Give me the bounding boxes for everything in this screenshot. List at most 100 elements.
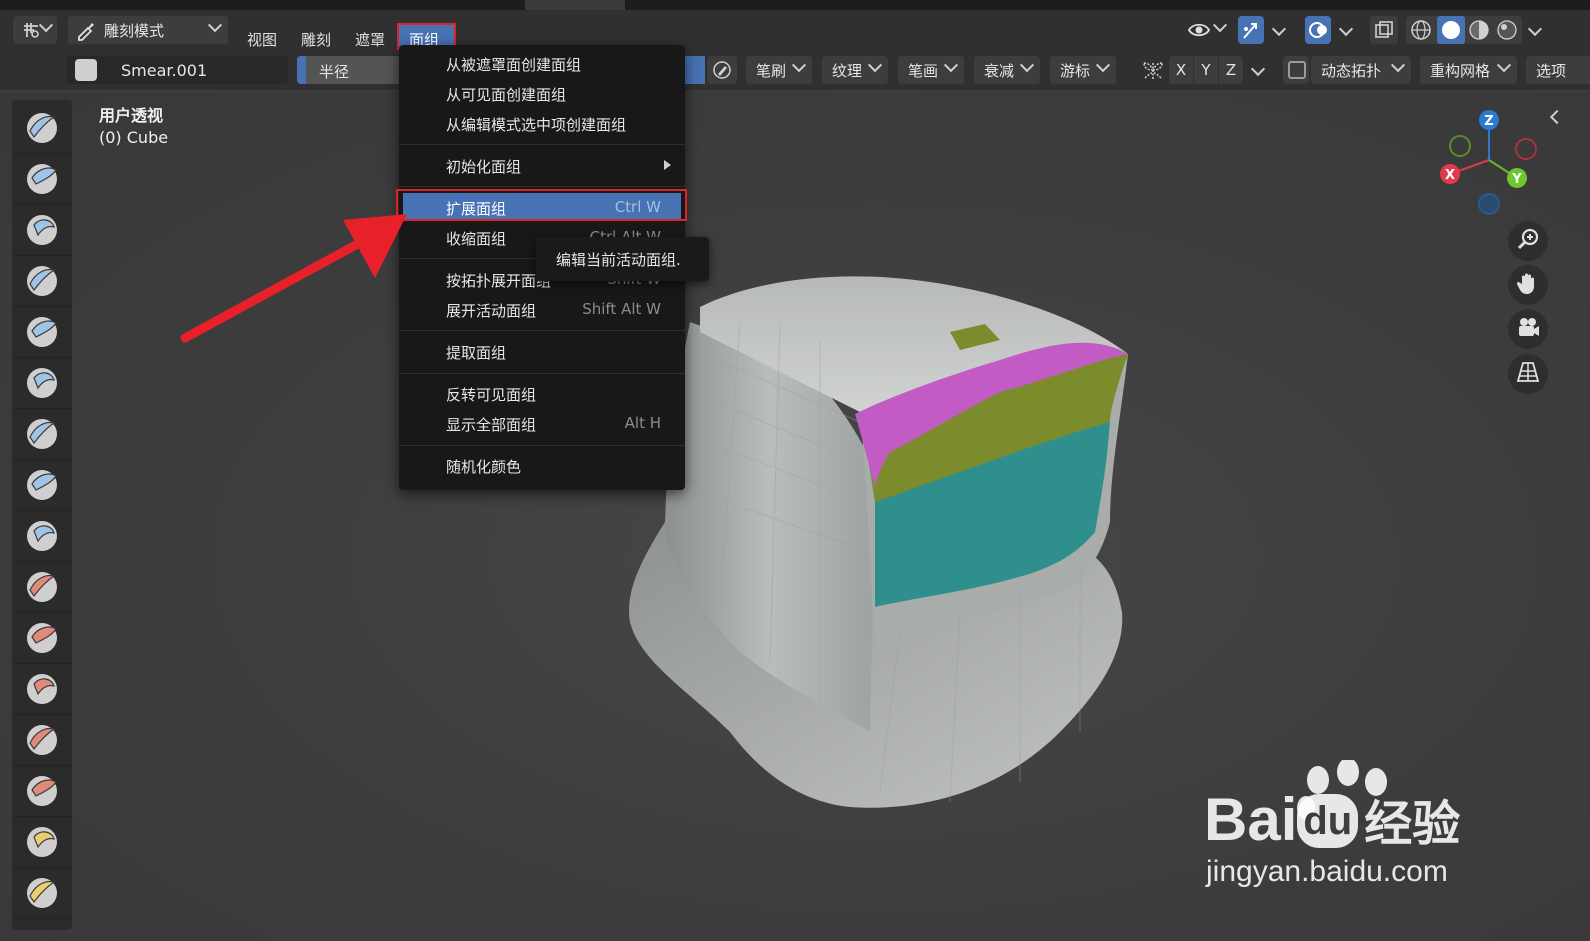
sculpt-tool-button[interactable]: [12, 867, 72, 919]
shading-mode-group: [1406, 16, 1522, 44]
axis-y-label: Y: [1201, 61, 1211, 79]
fill-brush-icon: [27, 623, 57, 653]
visibility-toggle[interactable]: [1183, 16, 1229, 44]
draw-sharp-brush-icon: [27, 164, 57, 194]
sculpt-tool-button[interactable]: [12, 816, 72, 868]
menu-item-expand-active[interactable]: 展开活动面组 Shift Alt W: [403, 295, 681, 323]
editor-type-button[interactable]: [13, 16, 57, 44]
menu-item-randomize-colors[interactable]: 随机化颜色: [403, 451, 681, 479]
material-shading-icon[interactable]: [1468, 19, 1490, 45]
menu-item-from-masked[interactable]: 从被遮罩面创建面组: [403, 49, 681, 77]
sculpt-tool-button[interactable]: [12, 459, 72, 511]
thumb-brush-icon: [27, 878, 57, 908]
pinch-brush-icon: [27, 725, 57, 755]
brush-selector[interactable]: Smear.001: [66, 56, 288, 84]
radius-slider[interactable]: 半径: [297, 56, 402, 84]
gizmo-y-label: Y: [1511, 172, 1522, 187]
strength-slider-end[interactable]: [685, 56, 705, 84]
gizmo-x-label: X: [1445, 168, 1455, 183]
menu-item-shortcut: Shift Alt W: [582, 300, 661, 318]
blob-brush-icon: [27, 419, 57, 449]
editor-type-icon: [21, 20, 41, 44]
view-name: 用户透视: [99, 106, 164, 125]
sculpt-tool-button[interactable]: [12, 204, 72, 256]
menu-item-from-edit-selection[interactable]: 从编辑模式选中项创建面组: [403, 109, 681, 137]
zoom-button[interactable]: [1508, 221, 1548, 261]
brush-dropdown[interactable]: 笔刷: [746, 56, 812, 84]
sculpt-tool-button[interactable]: [12, 357, 72, 409]
sculpt-brush-icon: [75, 19, 97, 45]
sculpt-tool-button[interactable]: [12, 102, 72, 154]
symmetry-x-toggle[interactable]: X: [1169, 56, 1193, 84]
xray-toggle[interactable]: [1370, 16, 1398, 44]
radius-slider-fill: [297, 56, 306, 84]
chevron-down-icon[interactable]: [1271, 21, 1287, 37]
gizmo-icon: [1241, 19, 1261, 45]
symmetry-y-toggle[interactable]: Y: [1194, 56, 1218, 84]
sculpt-tool-button[interactable]: [12, 714, 72, 766]
menu-item-from-visible[interactable]: 从可见面创建面组: [403, 79, 681, 107]
checkbox-icon: [1288, 61, 1306, 79]
texture-dropdown[interactable]: 纹理: [822, 56, 888, 84]
sculpt-tool-button[interactable]: [12, 510, 72, 562]
axis-x-label: X: [1175, 61, 1187, 79]
active-workspace-tab[interactable]: [525, 0, 625, 10]
sculpt-tool-button[interactable]: [12, 612, 72, 664]
object-name: (0) Cube: [99, 128, 169, 147]
viewport-header: 雕刻模式 视图 雕刻 遮罩 面组: [0, 10, 1590, 55]
sculpt-tool-button[interactable]: [12, 153, 72, 205]
cursor-dropdown[interactable]: 游标: [1050, 56, 1116, 84]
sculpt-tool-button[interactable]: [12, 306, 72, 358]
camera-icon: [1515, 314, 1541, 344]
texture-dropdown-label: 纹理: [832, 61, 863, 80]
menu-separator: [399, 445, 685, 446]
wireframe-shading-icon[interactable]: [1410, 19, 1432, 45]
menu-item-label: 反转可见面组: [446, 386, 537, 404]
symmetry-z-toggle[interactable]: Z: [1219, 56, 1243, 84]
chevron-down-icon[interactable]: [1338, 21, 1354, 37]
sculpt-tool-button[interactable]: [12, 561, 72, 613]
menu-item-reveal-all[interactable]: 显示全部面组 Alt H: [403, 409, 681, 437]
annotation-arrow-icon: [180, 214, 407, 343]
menu-item-extract-face-set[interactable]: 提取面组: [403, 337, 681, 365]
chevron-down-icon[interactable]: [1250, 61, 1266, 77]
dyntopo-dropdown[interactable]: 动态拓扑: [1311, 56, 1411, 84]
pressure-toggle[interactable]: [707, 56, 737, 84]
camera-view-button[interactable]: [1508, 309, 1548, 349]
dyntopo-checkbox[interactable]: [1283, 56, 1309, 84]
options-dropdown[interactable]: 选项: [1526, 56, 1590, 84]
radius-label: 半径: [319, 63, 350, 81]
sculpt-toolbar: [12, 100, 72, 930]
solid-shading-icon[interactable]: [1437, 16, 1465, 44]
falloff-dropdown[interactable]: 衰减: [974, 56, 1040, 84]
sculpt-tool-button[interactable]: [12, 408, 72, 460]
watermark-url: jingyan.baidu.com: [1206, 855, 1448, 888]
sculpt-tool-button[interactable]: [12, 765, 72, 817]
gizmo-toggle[interactable]: [1238, 16, 1264, 44]
remesh-dropdown[interactable]: 重构网格: [1420, 56, 1517, 84]
menu-item-invert-visible[interactable]: 反转可见面组: [403, 379, 681, 407]
symmetry-toggle[interactable]: [1139, 56, 1167, 84]
inflate-brush-icon: [27, 368, 57, 398]
sculpt-tool-button[interactable]: [12, 255, 72, 307]
tooltip: 编辑当前活动面组.: [536, 237, 709, 281]
chevron-down-icon[interactable]: [1527, 21, 1543, 37]
mode-selector[interactable]: 雕刻模式: [68, 16, 228, 44]
chevron-down-icon: [1496, 58, 1512, 73]
rendered-shading-icon[interactable]: [1496, 19, 1518, 45]
cursor-dropdown-label: 游标: [1060, 61, 1091, 80]
zoom-icon: [1515, 226, 1541, 256]
menu-item-init-face-sets[interactable]: 初始化面组: [403, 151, 681, 179]
menu-separator: [399, 330, 685, 331]
stroke-dropdown[interactable]: 笔画: [898, 56, 964, 84]
brush-dropdown-label: 笔刷: [756, 61, 787, 80]
sculpt-tool-button[interactable]: [12, 663, 72, 715]
navigation-gizmo[interactable]: Z X Y: [1430, 106, 1550, 226]
pan-button[interactable]: [1508, 265, 1548, 305]
remesh-label: 重构网格: [1430, 61, 1491, 80]
chevron-down-icon: [207, 18, 223, 33]
dyntopo-label: 动态拓扑: [1321, 61, 1382, 80]
stroke-dropdown-label: 笔画: [908, 61, 939, 80]
overlays-toggle[interactable]: [1305, 16, 1331, 44]
perspective-toggle-button[interactable]: [1508, 354, 1548, 394]
